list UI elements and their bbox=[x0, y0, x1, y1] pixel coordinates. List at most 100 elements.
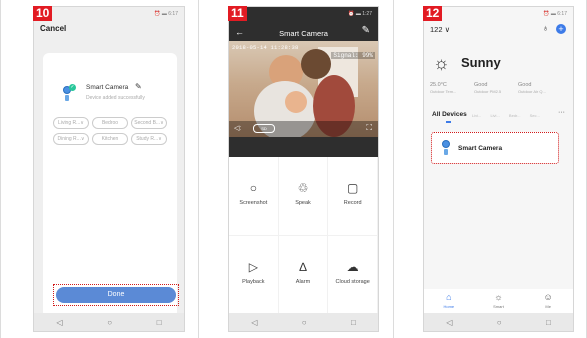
check-icon: ✓ bbox=[69, 84, 76, 91]
weather-condition: Sunny bbox=[461, 55, 501, 70]
signal-badge: Signal: 99% bbox=[331, 52, 375, 59]
timestamp-overlay: 2018-05-14 11:28:38 bbox=[232, 44, 299, 51]
control-label: Record bbox=[343, 200, 362, 206]
device-name: Smart Camera bbox=[458, 145, 503, 152]
stat-value: Good bbox=[474, 82, 488, 88]
recents-nav-icon[interactable]: □ bbox=[351, 318, 356, 327]
cloud-storage-control[interactable]: ☁ Cloud storage bbox=[328, 236, 378, 315]
home-selector[interactable]: 122 ∨ bbox=[430, 25, 450, 34]
stat-label: Outdoor Air Q... bbox=[518, 89, 546, 94]
home-icon: ⌂ bbox=[446, 292, 452, 302]
phone-screen-device-added: ⏰ ▬ 6:17 Cancel ✓ Smart Camera ✎ Device … bbox=[33, 6, 185, 332]
microphone-icon[interactable]: ♁ bbox=[542, 23, 549, 33]
tab-label: Me bbox=[545, 304, 551, 309]
stat-label: Outdoor Tem... bbox=[430, 89, 457, 94]
microphone-icon: ♲ bbox=[297, 181, 309, 195]
back-nav-icon[interactable]: ◁ bbox=[56, 318, 62, 327]
weather-stats: 25.0°C Outdoor Tem... Good Outdoor PM2.5… bbox=[430, 82, 570, 94]
camera-header: ⏰ ▬ 1:27 ← Smart Camera ✎ 2018-05-14 11:… bbox=[229, 7, 378, 157]
camera-icon bbox=[440, 140, 452, 156]
control-label: Speak bbox=[295, 200, 311, 206]
room-chip[interactable]: Bedroo bbox=[92, 117, 128, 129]
system-nav-bar: ◁ ○ □ bbox=[34, 313, 184, 331]
alarm-control[interactable]: ∆ Alarm bbox=[278, 236, 329, 315]
status-bar: ⏰ ▬ 6:17 bbox=[34, 7, 184, 21]
control-label: Screenshot bbox=[239, 200, 268, 206]
cloud-upload-icon: ☁ bbox=[346, 260, 359, 274]
tab-smart[interactable]: ☼ Smart bbox=[478, 289, 518, 313]
status-bar: ⏰ ▬ 6:17 bbox=[424, 7, 573, 21]
status-right: ⏰ ▬ 1:27 bbox=[348, 11, 372, 17]
control-label: Cloud storage bbox=[335, 279, 370, 285]
border-line-left bbox=[0, 0, 1, 338]
room-chip[interactable]: Dining R...∨ bbox=[53, 133, 89, 145]
tab-label: Smart bbox=[493, 304, 504, 309]
room-tabs[interactable]: Livi... Livi... Bedr... Sec... bbox=[472, 113, 540, 118]
back-nav-icon[interactable]: ◁ bbox=[446, 318, 452, 327]
status-right: ⏰ ▬ 6:17 bbox=[154, 11, 178, 17]
edit-pencil-icon[interactable]: ✎ bbox=[135, 82, 142, 91]
record-control[interactable]: ▢ Record bbox=[328, 157, 378, 236]
profile-icon: ☺ bbox=[543, 292, 553, 302]
active-tab-indicator bbox=[446, 121, 451, 123]
room-chip[interactable]: Kitchen bbox=[92, 133, 128, 145]
fullscreen-icon[interactable]: ⛶ bbox=[366, 123, 372, 133]
tab-home[interactable]: ⌂ Home bbox=[429, 289, 469, 313]
stat-value: 25.0°C bbox=[430, 82, 447, 88]
speaker-icon[interactable]: ◁ː bbox=[234, 124, 241, 132]
control-label: Alarm bbox=[295, 279, 311, 285]
system-nav-bar: ◁ ○ □ bbox=[424, 313, 573, 331]
room-chips: Living R...∨ Bedroo Second B...∨ Dining … bbox=[53, 117, 169, 145]
room-chip[interactable]: Study R...∨ bbox=[131, 133, 167, 145]
phone-screen-home: ⏰ ▬ 6:17 122 ∨ ♁ + ☼ Sunny 25.0°C Outdoo… bbox=[423, 6, 574, 332]
cancel-button[interactable]: Cancel bbox=[40, 24, 66, 33]
camera-icon: ✓ bbox=[61, 84, 76, 102]
home-nav-icon[interactable]: ○ bbox=[497, 318, 502, 327]
home-nav-icon[interactable]: ○ bbox=[302, 318, 307, 327]
room-chip[interactable]: Second B...∨ bbox=[131, 117, 167, 129]
phone-screen-camera-view: ⏰ ▬ 1:27 ← Smart Camera ✎ 2018-05-14 11:… bbox=[228, 6, 379, 332]
live-video-feed[interactable]: 2018-05-14 11:28:38 Signal: 99% ◁ː SD ⛶ bbox=[229, 41, 378, 137]
stat-value: Good bbox=[518, 82, 532, 88]
tab-all-devices[interactable]: All Devices bbox=[432, 111, 467, 118]
weather-stat: 25.0°C Outdoor Tem... bbox=[430, 82, 468, 94]
home-nav-icon[interactable]: ○ bbox=[107, 318, 112, 327]
page-title: Smart Camera bbox=[279, 29, 328, 38]
back-nav-icon[interactable]: ◁ bbox=[251, 318, 257, 327]
sun-icon: ☼ bbox=[433, 53, 450, 73]
status-bar: ⏰ ▬ 1:27 bbox=[229, 7, 378, 21]
control-grid: ○ Screenshot ♲ Speak ▢ Record ▷ Playback… bbox=[229, 157, 378, 315]
camera-icon: ○ bbox=[249, 181, 257, 195]
weather-stat: Good Outdoor PM2.5 bbox=[474, 82, 512, 94]
tab-label: Home bbox=[443, 304, 455, 309]
quality-badge[interactable]: SD bbox=[253, 124, 275, 133]
tab-me[interactable]: ☺ Me bbox=[528, 289, 568, 313]
status-right: ⏰ ▬ 6:17 bbox=[543, 11, 567, 17]
screenshot-control[interactable]: ○ Screenshot bbox=[229, 157, 279, 236]
recents-nav-icon[interactable]: □ bbox=[546, 318, 551, 327]
device-row: ✓ Smart Camera ✎ Device added successful… bbox=[61, 82, 161, 105]
done-button[interactable]: Done bbox=[56, 287, 176, 303]
control-label: Playback bbox=[242, 279, 265, 285]
system-nav-bar: ◁ ○ □ bbox=[229, 313, 378, 331]
device-card-smart-camera[interactable]: Smart Camera bbox=[431, 132, 559, 164]
playback-icon: ▷ bbox=[248, 260, 258, 274]
speak-control[interactable]: ♲ Speak bbox=[278, 157, 329, 236]
more-icon[interactable]: ··· bbox=[558, 109, 565, 116]
step-number-10: 10 bbox=[33, 6, 53, 21]
smart-icon: ☼ bbox=[494, 292, 503, 302]
step-number-11: 11 bbox=[228, 6, 247, 21]
recents-nav-icon[interactable]: □ bbox=[157, 318, 162, 327]
weather-stat: Good Outdoor Air Q... bbox=[518, 82, 556, 94]
playback-control[interactable]: ▷ Playback bbox=[229, 236, 279, 315]
room-chip[interactable]: Living R...∨ bbox=[53, 117, 89, 129]
device-added-text: Device added successfully bbox=[86, 95, 145, 101]
device-name: Smart Camera bbox=[86, 84, 129, 91]
edit-pencil-icon[interactable]: ✎ bbox=[362, 25, 370, 36]
device-added-card: ✓ Smart Camera ✎ Device added successful… bbox=[43, 53, 179, 318]
stat-label: Outdoor PM2.5 bbox=[474, 89, 502, 94]
video-record-icon: ▢ bbox=[346, 181, 359, 195]
video-controls: ◁ː SD ⛶ bbox=[229, 121, 378, 137]
add-device-icon[interactable]: + bbox=[556, 24, 566, 34]
border-line-1 bbox=[198, 0, 199, 338]
